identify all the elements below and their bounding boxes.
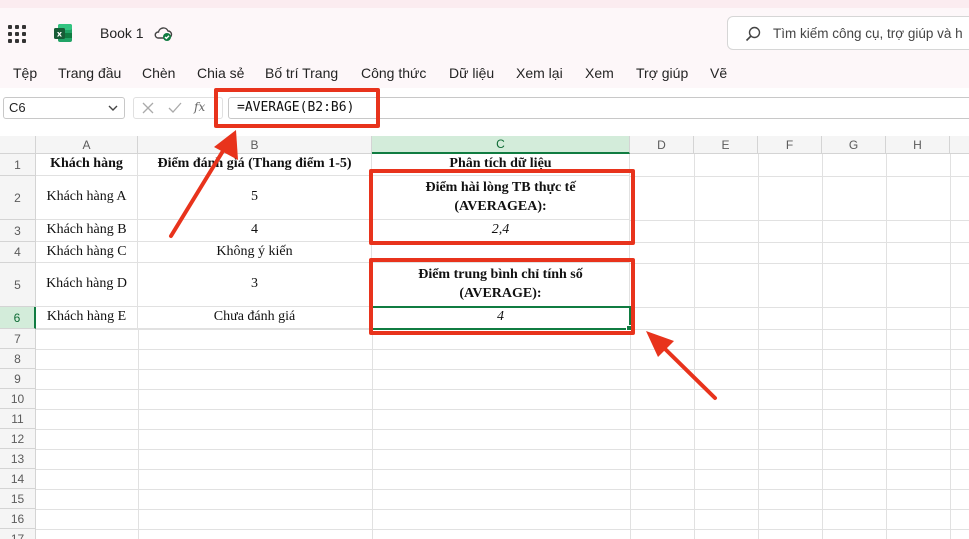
tab-page-layout[interactable]: Bố trí Trang — [265, 65, 338, 81]
tab-review[interactable]: Xem lại — [516, 65, 563, 81]
column-header-next[interactable] — [950, 136, 969, 154]
excel-logo-icon[interactable]: x — [53, 23, 73, 43]
name-box-value: C6 — [9, 100, 26, 115]
row-header-10[interactable]: 10 — [0, 389, 36, 409]
row-header-5[interactable]: 5 — [0, 263, 36, 307]
tab-help[interactable]: Trợ giúp — [636, 65, 688, 81]
search-icon — [745, 26, 761, 42]
name-box[interactable]: C6 — [3, 97, 125, 119]
tab-view[interactable]: Xem — [585, 65, 614, 81]
row-header-15[interactable]: 15 — [0, 489, 36, 509]
row-header-9[interactable]: 9 — [0, 369, 36, 389]
tab-home[interactable]: Trang đầu — [58, 65, 121, 81]
row-header-4[interactable]: 4 — [0, 242, 36, 263]
column-header-e[interactable]: E — [694, 136, 758, 154]
tab-insert[interactable]: Chèn — [142, 65, 175, 81]
arrow-to-result — [646, 331, 717, 400]
workbook-title[interactable]: Book 1 — [100, 25, 144, 41]
annotation-box-average — [369, 258, 635, 335]
tab-formulas[interactable]: Công thức — [361, 65, 426, 81]
cell-b1[interactable]: Điểm đánh giá (Thang điểm 1-5) — [138, 154, 372, 176]
tab-file[interactable]: Tệp — [13, 65, 37, 81]
cell-a4[interactable]: Khách hàng C — [36, 242, 138, 263]
cell-a6[interactable]: Khách hàng E — [36, 307, 138, 329]
column-header-g[interactable]: G — [822, 136, 886, 154]
svg-text:x: x — [57, 30, 63, 39]
ribbon-tabs: Tệp Trang đầu Chèn Chia sẻ Bố trí Trang … — [0, 62, 969, 88]
row-header-1[interactable]: 1 — [0, 154, 36, 176]
app-launcher-icon[interactable] — [8, 25, 26, 43]
cell-a3[interactable]: Khách hàng B — [36, 220, 138, 242]
formula-buttons: fx — [133, 97, 223, 119]
column-header-c[interactable]: C — [372, 136, 630, 154]
row-header-8[interactable]: 8 — [0, 349, 36, 369]
cloud-saved-icon[interactable] — [153, 24, 173, 42]
annotation-box-averagea — [369, 169, 635, 245]
title-bar: x Book 1 Tìm kiếm công cụ, trợ giúp và h — [0, 0, 969, 62]
confirm-icon[interactable] — [168, 102, 182, 114]
row-header-12[interactable]: 12 — [0, 429, 36, 449]
column-header-a[interactable]: A — [36, 136, 138, 154]
search-box[interactable]: Tìm kiếm công cụ, trợ giúp và h — [727, 16, 969, 50]
cell-a1[interactable]: Khách hàng — [36, 154, 138, 176]
title-bar-strip — [0, 0, 969, 8]
cell-b2[interactable]: 5 — [138, 176, 372, 220]
column-header-f[interactable]: F — [758, 136, 822, 154]
tab-data[interactable]: Dữ liệu — [449, 65, 494, 81]
row-header-3[interactable]: 3 — [0, 220, 36, 242]
cancel-icon[interactable] — [142, 102, 154, 114]
row-header-14[interactable]: 14 — [0, 469, 36, 489]
cell-b3[interactable]: 4 — [138, 220, 372, 242]
tab-share[interactable]: Chia sẻ — [197, 65, 244, 81]
cell-b5[interactable]: 3 — [138, 263, 372, 307]
column-header-h[interactable]: H — [886, 136, 950, 154]
chevron-down-icon[interactable] — [108, 104, 118, 112]
row-header-6[interactable]: 6 — [0, 307, 36, 329]
select-all-corner[interactable] — [0, 136, 36, 154]
cell-a5[interactable]: Khách hàng D — [36, 263, 138, 307]
insert-function-icon[interactable]: fx — [194, 100, 205, 114]
cell-b4[interactable]: Không ý kiến — [138, 242, 372, 263]
row-header-7[interactable]: 7 — [0, 329, 36, 349]
row-header-16[interactable]: 16 — [0, 509, 36, 529]
column-header-d[interactable]: D — [630, 136, 694, 154]
annotation-box-formula — [214, 88, 380, 128]
row-header-2[interactable]: 2 — [0, 176, 36, 220]
tab-draw[interactable]: Vẽ — [710, 65, 727, 81]
formula-bar: C6 fx =AVERAGE(B2:B6) — [0, 92, 969, 124]
column-header-b[interactable]: B — [138, 136, 372, 154]
search-placeholder: Tìm kiếm công cụ, trợ giúp và h — [773, 26, 963, 41]
cell-b6[interactable]: Chưa đánh giá — [138, 307, 372, 329]
row-header-11[interactable]: 11 — [0, 409, 36, 429]
cell-a2[interactable]: Khách hàng A — [36, 176, 138, 220]
row-header-13[interactable]: 13 — [0, 449, 36, 469]
row-header-17[interactable]: 17 — [0, 529, 36, 539]
